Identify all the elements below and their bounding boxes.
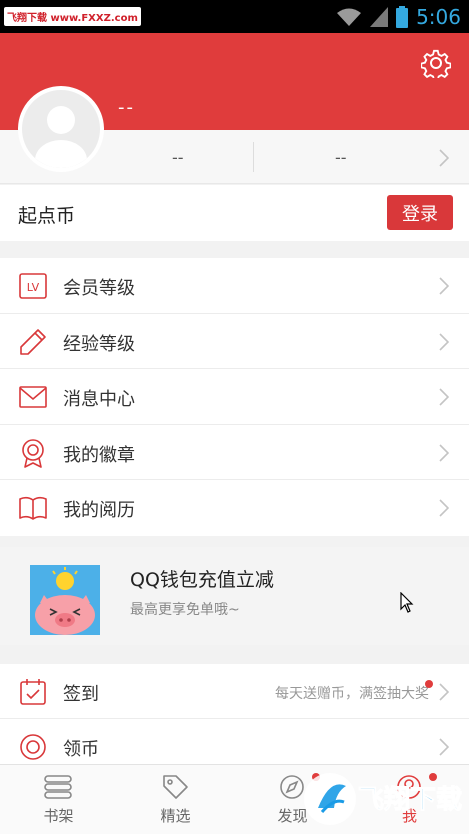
calendar-check-icon: [20, 679, 46, 705]
chevron-right-icon: [439, 277, 449, 295]
coin-row: 起点币 登录: [0, 185, 469, 241]
banner-title: QQ钱包充值立减: [130, 569, 274, 591]
settings-gear-icon[interactable]: [421, 48, 451, 78]
menu-label: 消息中心: [63, 389, 135, 410]
banner-subtitle: 最高更享免单哦~: [130, 602, 240, 618]
task-list: 签到 每天送赠币，满签抽大奖 领币: [0, 664, 469, 774]
tab-label: 精选: [160, 807, 191, 825]
signal-icon: [370, 6, 389, 27]
chevron-right-icon: [439, 388, 449, 406]
tag-icon: [163, 775, 188, 799]
account-menu: LV 会员等级 经验等级 消息中心 我的徽章 我的阅历: [0, 258, 469, 536]
avatar[interactable]: [18, 86, 104, 172]
status-time: 5:06: [416, 4, 461, 29]
wifi-icon: [337, 8, 362, 26]
task-label: 签到: [63, 684, 99, 705]
tab-bookshelf[interactable]: 书架: [0, 765, 117, 834]
book-icon: [19, 496, 47, 520]
coin-icon: [20, 734, 46, 760]
pencil-icon: [20, 328, 46, 355]
chevron-right-icon: [439, 499, 449, 517]
task-item-checkin[interactable]: 签到 每天送赠币，满签抽大奖: [0, 664, 469, 719]
chevron-right-icon: [439, 443, 449, 462]
tab-label: 书架: [43, 807, 74, 825]
stat-value-1: --: [172, 148, 184, 167]
status-bar: 飞翔下载 www.FXXZ.com 5:06: [0, 0, 469, 33]
badge-icon: [22, 438, 44, 468]
task-description: 每天送赠币，满签抽大奖: [275, 686, 429, 702]
login-button[interactable]: 登录: [387, 195, 453, 230]
menu-item-reading-history[interactable]: 我的阅历: [0, 480, 469, 536]
menu-item-messages[interactable]: 消息中心: [0, 369, 469, 425]
logo-watermark-text: 飞翔下载: [358, 785, 462, 815]
default-avatar-icon: [35, 106, 87, 168]
menu-label: 我的徽章: [63, 444, 135, 466]
coin-label: 起点币: [18, 205, 76, 227]
mouse-cursor-icon: [400, 592, 414, 613]
bookshelf-icon: [44, 775, 72, 799]
piggy-bank-promo-image: [30, 565, 100, 635]
lv-icon: LV: [19, 273, 47, 299]
stat-value-2: --: [335, 148, 347, 167]
task-label: 领币: [63, 739, 99, 760]
promo-banner[interactable]: QQ钱包充值立减 最高更享免单哦~: [0, 547, 469, 645]
user-nickname[interactable]: --: [118, 97, 135, 118]
menu-label: 经验等级: [63, 333, 135, 355]
battery-icon: [396, 5, 409, 28]
chevron-right-icon: [439, 738, 449, 756]
notification-dot: [425, 680, 433, 688]
menu-item-member-level[interactable]: LV 会员等级: [0, 258, 469, 314]
menu-label: 我的阅历: [63, 500, 135, 521]
site-logo-watermark: 飞翔下载: [304, 773, 463, 825]
chevron-right-icon: [439, 149, 449, 167]
chevron-right-icon: [439, 332, 449, 351]
mail-icon: [19, 386, 47, 408]
menu-item-badges[interactable]: 我的徽章: [0, 425, 469, 480]
screen: 飞翔下载 www.FXXZ.com 5:06 -- -- -- 起点币 登录 L…: [0, 0, 469, 834]
stat-divider: [253, 142, 254, 172]
menu-item-exp-level[interactable]: 经验等级: [0, 314, 469, 369]
status-icons: 5:06: [336, 5, 461, 29]
chevron-right-icon: [439, 683, 449, 701]
menu-label: 会员等级: [63, 278, 135, 299]
site-watermark: 飞翔下载 www.FXXZ.com: [4, 7, 141, 26]
tab-featured[interactable]: 精选: [117, 765, 234, 834]
svg-text:LV: LV: [27, 281, 40, 294]
